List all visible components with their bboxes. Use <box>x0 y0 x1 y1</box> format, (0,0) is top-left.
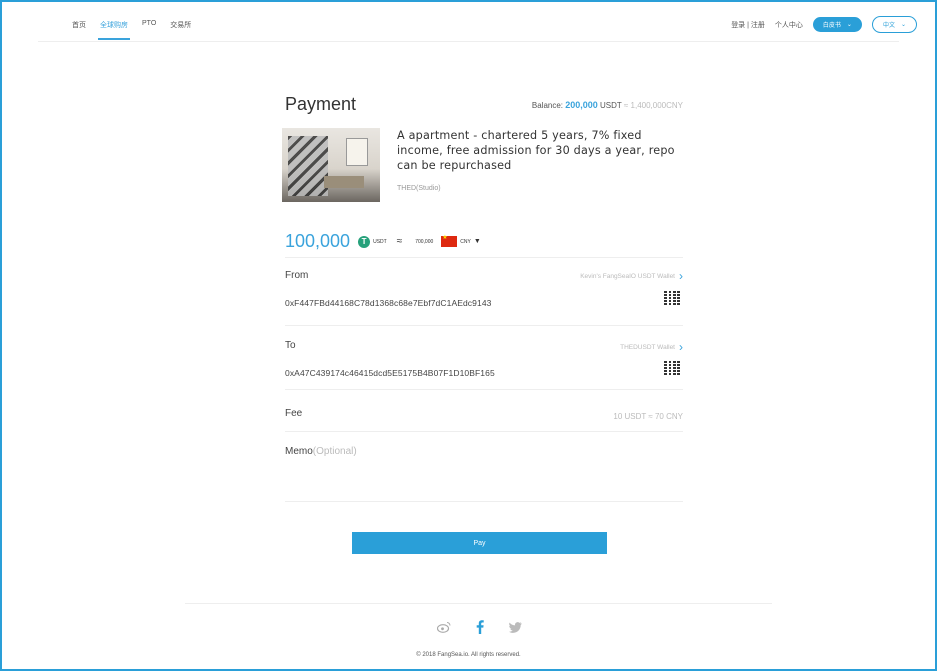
sofa-graphic <box>324 176 364 188</box>
header-divider <box>38 41 899 42</box>
facebook-icon[interactable] <box>475 620 485 637</box>
personal-center-link[interactable]: 个人中心 <box>775 20 803 30</box>
login-register-link[interactable]: 登录 | 注册 <box>731 20 765 30</box>
tether-icon: T <box>358 235 371 248</box>
balance-label: Balance: <box>531 101 564 110</box>
from-wallet-select[interactable]: Kevin's FangSeaIO USDT Wallet › <box>580 269 683 283</box>
to-section: To THEDUSDT Wallet › 0xA47C439174c46415d… <box>285 340 683 390</box>
nav-item-exchange[interactable]: 交易所 <box>170 20 191 38</box>
payment-panel: Payment Balance: 200,000 USDT ≈ 1,400,00… <box>282 94 683 502</box>
memo-optional-hint: (Optional) <box>312 446 357 457</box>
to-address: 0xA47C439174c46415dcd5E5175B4B07F1D10BF1… <box>285 368 495 378</box>
chevron-right-icon: › <box>679 340 683 354</box>
caret-down-icon[interactable]: ▼ <box>474 238 481 245</box>
chevron-right-icon: › <box>679 269 683 283</box>
memo-label: Memo <box>285 446 313 457</box>
header-actions: 登录 | 注册 个人中心 白皮书 ⌄ 中文 ⌄ <box>731 16 917 33</box>
footer-divider <box>185 603 772 604</box>
balance-amount: 200,000 <box>565 100 598 110</box>
amount-value: 100,000 <box>285 231 351 251</box>
copyright-text: © 2018 FangSea.io. All rights reserved. <box>416 652 521 658</box>
from-section: From Kevin's FangSeaIO USDT Wallet › 0xF… <box>285 270 683 326</box>
fee-value: 10 USDT ≈ 70 CNY <box>613 412 683 421</box>
nav-item-pto[interactable]: PTO <box>142 20 156 38</box>
top-nav: 首页 全球购房 PTO 交易所 <box>72 20 191 40</box>
app-frame: 首页 全球购房 PTO 交易所 登录 | 注册 个人中心 白皮书 ⌄ 中文 ⌄ … <box>0 0 937 671</box>
whitepaper-dropdown[interactable]: 白皮书 ⌄ <box>812 17 862 32</box>
listing-card: A apartment - chartered 5 years, 7% fixe… <box>282 128 683 204</box>
memo-section[interactable]: Memo(Optional) <box>285 446 683 502</box>
pay-button[interactable]: Pay <box>352 532 607 554</box>
to-wallet-name: THEDUSDT Wallet <box>620 343 675 351</box>
converted-amount: 700,000 <box>415 238 434 245</box>
nav-item-global-property[interactable]: 全球购房 <box>98 20 130 40</box>
qr-code-icon[interactable] <box>664 290 680 306</box>
amount-row: 100,000 T USDT ≈ 700,000 CNY ▼ <box>285 226 683 258</box>
language-dropdown-label: 中文 <box>882 23 895 29</box>
social-links <box>436 620 522 637</box>
balance-unit: USDT <box>600 101 622 110</box>
chevron-down-icon: ⌄ <box>900 22 906 28</box>
listing-title: A apartment - chartered 5 years, 7% fixe… <box>397 129 675 172</box>
coin-unit: USDT <box>373 238 387 245</box>
china-flag-icon <box>441 234 458 247</box>
nav-item-home[interactable]: 首页 <box>72 20 86 38</box>
to-wallet-select[interactable]: THEDUSDT Wallet › <box>620 340 683 354</box>
from-address: 0xF447FBd44168C78d1368c68e7Ebf7dC1AEdc91… <box>285 298 492 308</box>
balance-display: Balance: 200,000 USDT ≈ 1,400,000CNY <box>532 100 683 110</box>
currency-select[interactable]: CNY <box>460 239 471 245</box>
from-wallet-name: Kevin's FangSeaIO USDT Wallet <box>580 272 675 280</box>
whitepaper-dropdown-label: 白皮书 <box>822 23 841 29</box>
fee-section: Fee 10 USDT ≈ 70 CNY <box>285 402 683 432</box>
window-graphic <box>346 138 368 166</box>
balance-approx: ≈ 1,400,000CNY <box>623 101 683 110</box>
memo-field[interactable]: Memo(Optional) <box>285 446 683 457</box>
listing-subtitle: THED(Studio) <box>397 185 441 192</box>
qr-code-icon[interactable] <box>664 360 680 376</box>
approx-symbol: ≈ <box>396 236 403 247</box>
apartment-photo <box>282 128 380 202</box>
staircase-graphic <box>288 136 328 196</box>
chevron-down-icon: ⌄ <box>846 22 852 28</box>
weibo-icon[interactable] <box>436 621 451 636</box>
twitter-icon[interactable] <box>509 621 522 636</box>
language-dropdown[interactable]: 中文 ⌄ <box>871 16 917 33</box>
